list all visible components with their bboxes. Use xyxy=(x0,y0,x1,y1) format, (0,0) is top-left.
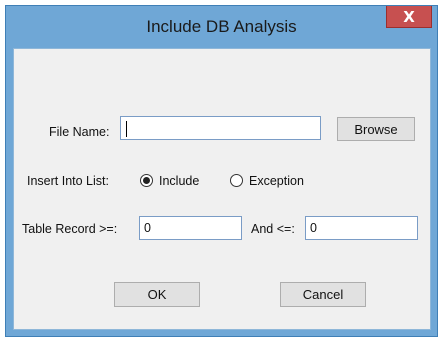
close-icon: X xyxy=(403,7,415,26)
cancel-button[interactable]: Cancel xyxy=(280,282,366,307)
table-record-max-input[interactable]: 0 xyxy=(305,216,418,240)
include-radio[interactable] xyxy=(140,174,153,187)
table-record-min-input[interactable]: 0 xyxy=(139,216,242,240)
table-record-label: Table Record >=: xyxy=(22,222,118,236)
and-label: And <=: xyxy=(251,222,295,236)
file-name-input[interactable] xyxy=(120,116,321,140)
file-name-label: File Name: xyxy=(49,125,110,139)
dialog-body: File Name: Browse Insert Into List: Incl… xyxy=(13,48,431,330)
insert-into-list-label: Insert Into List: xyxy=(27,174,109,188)
close-button[interactable]: X xyxy=(386,6,432,28)
ok-button[interactable]: OK xyxy=(114,282,200,307)
exception-radio[interactable] xyxy=(230,174,243,187)
text-caret xyxy=(126,120,127,137)
title-bar[interactable]: Include DB Analysis X xyxy=(6,6,437,48)
dialog-title: Include DB Analysis xyxy=(146,17,297,36)
browse-button[interactable]: Browse xyxy=(337,117,415,141)
dialog-window: Include DB Analysis X File Name: Browse … xyxy=(5,5,438,337)
include-radio-label[interactable]: Include xyxy=(159,174,199,188)
exception-radio-label[interactable]: Exception xyxy=(249,174,304,188)
radio-selected-dot xyxy=(143,177,150,184)
